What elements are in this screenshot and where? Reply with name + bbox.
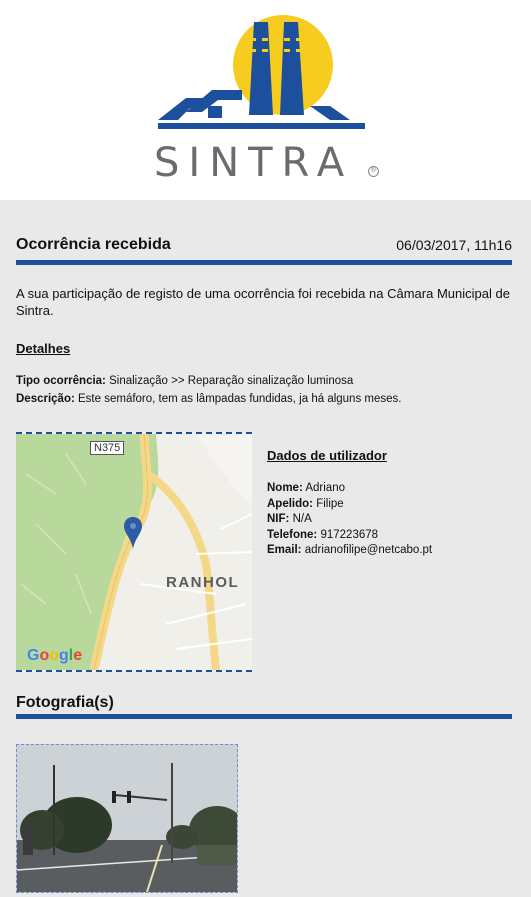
details-heading: Detalhes — [16, 341, 71, 356]
user-email-label: Email: — [267, 544, 302, 556]
description-label: Descrição: — [16, 393, 75, 405]
user-nif: NIF: N/A — [267, 512, 312, 526]
user-email: Email: adrianofilipe@netcabo.pt — [267, 543, 432, 557]
header: SINTRA ® — [0, 0, 531, 200]
road-label: N375 — [90, 441, 125, 455]
user-phone-value: 917223678 — [320, 529, 379, 541]
map-canvas — [16, 434, 252, 670]
user-surname-label: Apelido: — [267, 498, 313, 510]
occurrence-type-value: Sinalização >> Reparação sinalização lum… — [109, 375, 354, 387]
user-nif-label: NIF: — [267, 513, 290, 525]
photos-heading: Fotografia(s) — [16, 694, 114, 711]
location-map[interactable]: N375 RANHOL Google — [16, 432, 252, 672]
user-phone-label: Telefone: — [267, 529, 318, 541]
photos-divider — [16, 714, 512, 719]
user-nif-value: N/A — [292, 513, 312, 525]
town-label: RANHOL — [166, 574, 240, 591]
occurrence-type-label: Tipo ocorrência: — [16, 375, 106, 387]
description-value: Este semáforo, tem as lâmpadas fundidas,… — [78, 393, 402, 405]
google-logo: Google — [27, 647, 83, 664]
user-name-value: Adriano — [305, 482, 345, 494]
title-divider — [16, 260, 512, 265]
photo-image — [17, 745, 237, 892]
occurrence-description: Descrição: Este semáforo, tem as lâmpada… — [16, 393, 401, 405]
title-row: Ocorrência recebida 06/03/2017, 11h16 — [16, 236, 512, 258]
intro-text: A sua participação de registo de uma oco… — [16, 286, 510, 318]
user-phone: Telefone: 917223678 — [267, 528, 378, 542]
user-surname-value: Filipe — [316, 498, 344, 510]
user-email-value[interactable]: adrianofilipe@netcabo.pt — [305, 544, 432, 556]
content-panel: Ocorrência recebida 06/03/2017, 11h16 A … — [0, 200, 531, 897]
occurrence-date: 06/03/2017, 11h16 — [396, 237, 512, 253]
map-pin-icon[interactable] — [123, 516, 143, 550]
registered-mark: ® — [368, 166, 379, 177]
occurrence-type: Tipo ocorrência: Sinalização >> Reparaçã… — [16, 375, 353, 387]
user-name-label: Nome: — [267, 482, 303, 494]
page-title: Ocorrência recebida — [16, 236, 171, 253]
user-name: Nome: Adriano — [267, 481, 345, 495]
occurrence-photo[interactable] — [16, 744, 238, 893]
user-surname: Apelido: Filipe — [267, 497, 344, 511]
logo-wordmark: SINTRA — [154, 140, 354, 186]
user-data-heading: Dados de utilizador — [267, 448, 387, 463]
